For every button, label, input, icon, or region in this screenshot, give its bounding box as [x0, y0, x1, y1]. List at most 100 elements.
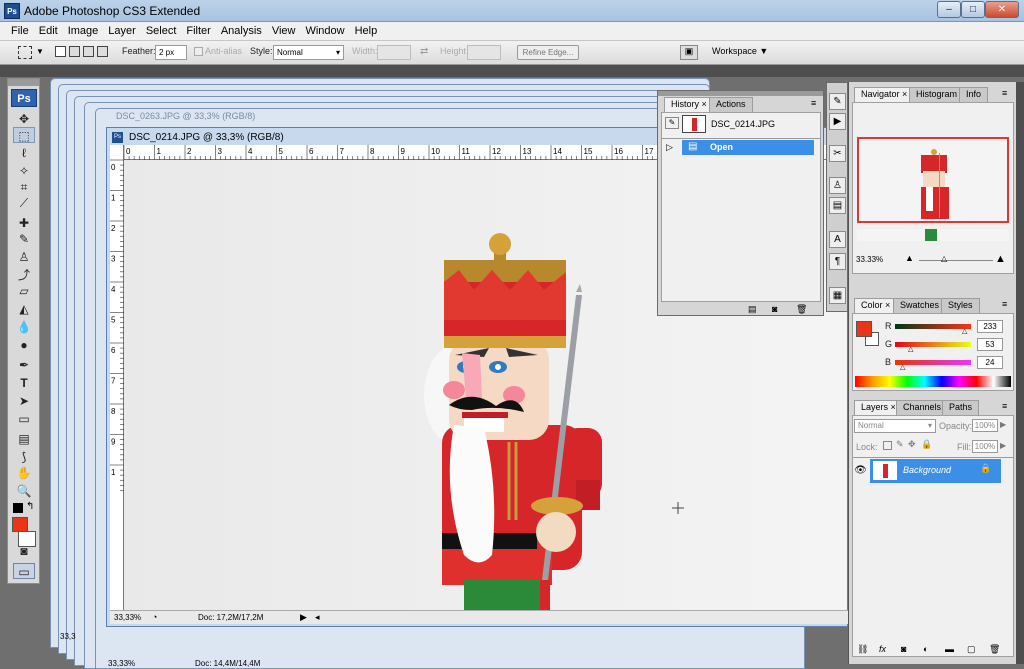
new-selection-icon[interactable] — [55, 46, 66, 57]
snapshot-label[interactable]: DSC_0214.JPG — [711, 119, 775, 129]
play-icon[interactable]: ▶ — [829, 113, 846, 130]
menu-view[interactable]: View — [267, 22, 301, 40]
blur-tool-icon[interactable]: 💧 — [13, 319, 35, 335]
history-brush-source-icon[interactable]: ✎ — [665, 117, 679, 129]
lock-image-icon[interactable]: ✎ — [896, 439, 904, 450]
blue-slider[interactable] — [895, 360, 971, 365]
fill-value[interactable]: 100% — [972, 440, 998, 453]
trash-icon[interactable]: 🗑 — [796, 304, 807, 315]
maximize-button[interactable]: □ — [961, 1, 985, 18]
minimize-button[interactable]: – — [937, 1, 961, 18]
subtract-selection-icon[interactable] — [83, 46, 94, 57]
zoom-in-icon[interactable]: ▲ — [995, 253, 1006, 265]
history-step-open[interactable]: ▤ Open — [682, 140, 814, 155]
panel-menu-icon[interactable]: ≡ — [1002, 401, 1007, 411]
scroll-left-icon[interactable]: ◂ — [315, 612, 320, 623]
paint-bucket-tool-icon[interactable]: ◭ — [13, 301, 35, 317]
rectangular-marquee-tool-icon[interactable]: ⬚ — [13, 127, 35, 143]
menu-layer[interactable]: Layer — [103, 22, 141, 40]
type-tool-icon[interactable]: T — [13, 375, 35, 391]
clone-source-icon[interactable]: ♙ — [829, 177, 846, 194]
menu-filter[interactable]: Filter — [181, 22, 215, 40]
menu-help[interactable]: Help — [350, 22, 383, 40]
path-selection-tool-icon[interactable]: ➤ — [13, 393, 35, 409]
navigator-view-box[interactable] — [857, 137, 1009, 223]
foreground-color-swatch[interactable] — [12, 517, 28, 532]
dodge-tool-icon[interactable]: ● — [13, 337, 35, 353]
layer-name[interactable]: Background — [903, 465, 951, 475]
tab-histogram[interactable]: Histogram — [909, 87, 965, 102]
intersect-selection-icon[interactable] — [97, 46, 108, 57]
slider-thumb[interactable]: △ — [908, 345, 913, 353]
quick-mask-icon[interactable]: ◙ — [13, 543, 35, 559]
brush-tool-icon[interactable]: ✎ — [13, 231, 35, 247]
blue-value[interactable]: 24 — [977, 356, 1003, 369]
magic-wand-tool-icon[interactable]: ✧ — [13, 163, 35, 179]
zoom-readout[interactable]: 33,33% — [114, 613, 141, 622]
pen-tool-icon[interactable]: ✒ — [13, 357, 35, 373]
style-select[interactable]: Normal ▾ — [273, 45, 344, 60]
menu-analysis[interactable]: Analysis — [216, 22, 267, 40]
paragraph-icon[interactable]: ¶ — [829, 253, 846, 270]
green-value[interactable]: 53 — [977, 338, 1003, 351]
tab-paths[interactable]: Paths — [942, 400, 980, 415]
notes-tool-icon[interactable]: ▤ — [13, 431, 35, 447]
zoom-slider-track[interactable] — [919, 260, 993, 261]
navigator-zoom-readout[interactable]: 33.33% — [856, 255, 883, 264]
status-menu-arrow-icon[interactable]: ▶ — [300, 612, 307, 623]
color-spectrum-ramp[interactable] — [855, 376, 1011, 387]
eraser-tool-icon[interactable]: ▱ — [13, 283, 35, 299]
ps-logo-icon[interactable]: Ps — [11, 89, 37, 107]
chevron-down-icon[interactable]: ▼ — [36, 47, 44, 56]
palette-well-icon[interactable]: ▣ — [680, 45, 698, 60]
eyedropper-tool-icon[interactable]: ⟆ — [13, 449, 35, 465]
menu-image[interactable]: Image — [63, 22, 104, 40]
zoom-out-icon[interactable]: ▲ — [905, 253, 914, 263]
move-tool-icon[interactable]: ✥ — [13, 111, 35, 127]
adjustment-layer-icon[interactable]: ◐ — [923, 644, 928, 654]
slice-tool-icon[interactable]: ⟋ — [13, 195, 35, 211]
width-input[interactable] — [377, 45, 411, 60]
tab-channels[interactable]: Channels — [896, 400, 949, 415]
new-group-icon[interactable]: ▬ — [945, 644, 954, 654]
layer-row-background[interactable]: Background 🔒 — [870, 459, 1001, 483]
layer-comps-icon[interactable]: ▤ — [829, 197, 846, 214]
lasso-tool-icon[interactable]: ℓ — [13, 145, 35, 161]
tab-actions[interactable]: Actions — [709, 97, 753, 112]
menu-window[interactable]: Window — [300, 22, 349, 40]
green-slider[interactable] — [895, 342, 971, 347]
healing-brush-tool-icon[interactable]: ✚ — [13, 215, 35, 231]
tab-history[interactable]: History × — [664, 97, 714, 112]
red-slider[interactable] — [895, 324, 971, 329]
tab-swatches[interactable]: Swatches — [893, 298, 947, 313]
brushes-icon[interactable]: ✎ — [829, 93, 846, 110]
screen-mode-icon[interactable]: ▭ — [13, 563, 35, 579]
lock-position-icon[interactable]: ✥ — [908, 439, 916, 450]
close-button[interactable]: ✕ — [985, 1, 1019, 18]
tab-styles[interactable]: Styles — [941, 298, 980, 313]
measurement-log-icon[interactable]: ▦ — [829, 287, 846, 304]
panel-menu-icon[interactable]: ≡ — [1002, 88, 1007, 98]
history-brush-tool-icon[interactable]: ⤴ — [13, 267, 35, 283]
tab-navigator[interactable]: Navigator × — [854, 87, 915, 102]
panel-grip[interactable] — [658, 91, 823, 96]
menu-file[interactable]: File — [6, 22, 34, 40]
default-colors-icon[interactable] — [13, 503, 23, 513]
tab-color[interactable]: Color × — [854, 298, 898, 313]
blend-mode-select[interactable]: Normal ▾ — [854, 419, 936, 433]
menu-edit[interactable]: Edit — [34, 22, 63, 40]
red-value[interactable]: 233 — [977, 320, 1003, 333]
new-layer-icon[interactable]: ▢ — [967, 644, 976, 655]
toolbox-grip[interactable] — [8, 79, 39, 86]
character-icon[interactable]: A — [829, 231, 846, 248]
feather-input[interactable]: 2 px — [155, 45, 187, 60]
clone-stamp-tool-icon[interactable]: ♙ — [13, 249, 35, 265]
link-layers-icon[interactable]: ⛓ — [857, 644, 868, 655]
new-snapshot-icon[interactable]: ◙ — [772, 304, 777, 314]
rectangle-shape-tool-icon[interactable]: ▭ — [13, 411, 35, 427]
add-selection-icon[interactable] — [69, 46, 80, 57]
crop-tool-icon[interactable]: ⌗ — [13, 179, 35, 195]
lock-transparency-icon[interactable] — [883, 441, 892, 450]
trash-icon[interactable]: 🗑 — [989, 644, 1000, 655]
layer-mask-icon[interactable]: ◙ — [901, 644, 906, 654]
